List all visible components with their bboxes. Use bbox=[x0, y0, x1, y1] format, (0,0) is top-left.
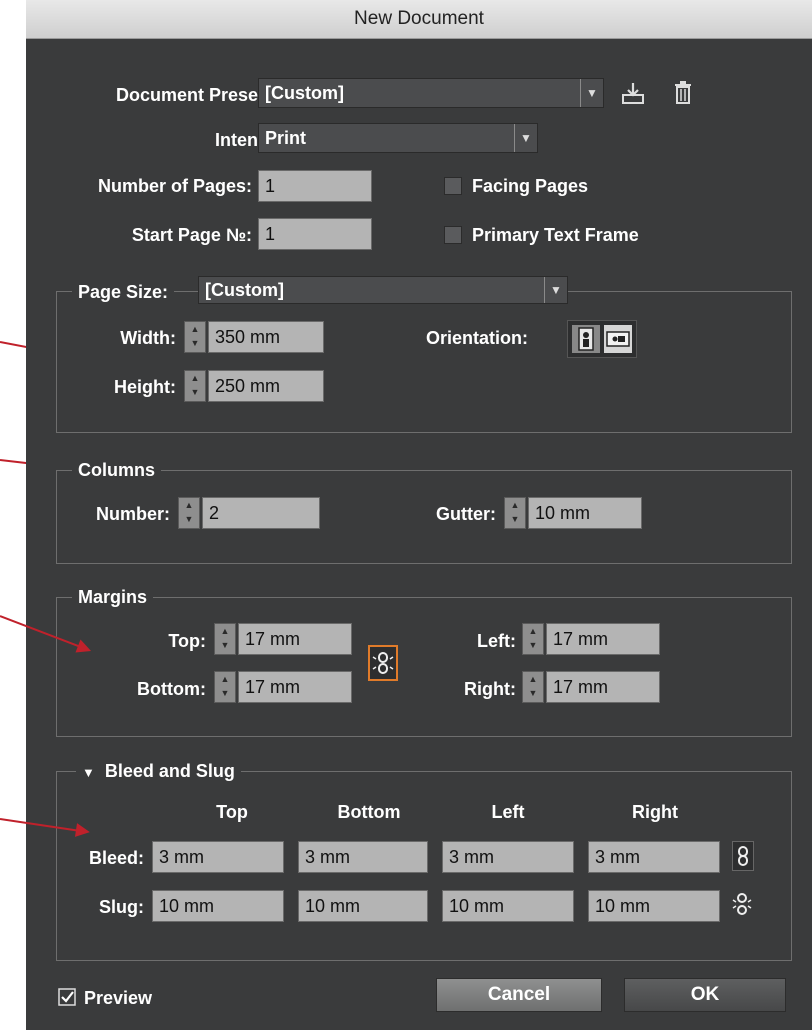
bleed-chain-link-icon[interactable] bbox=[732, 841, 754, 871]
margin-top-stepper[interactable]: ▲ ▼ bbox=[214, 623, 236, 655]
primary-text-frame-label: Primary Text Frame bbox=[472, 225, 639, 245]
margin-bottom-label: Bottom: bbox=[137, 679, 206, 699]
orientation-label: Orientation: bbox=[426, 328, 528, 348]
width-stepper[interactable]: ▲ ▼ bbox=[184, 321, 206, 353]
bleed-label: Bleed: bbox=[88, 848, 144, 868]
save-preset-icon[interactable] bbox=[620, 80, 646, 106]
header-left: Left bbox=[491, 802, 525, 822]
intent-label: Intent: bbox=[215, 130, 270, 150]
height-label: Height: bbox=[114, 377, 176, 397]
portrait-icon[interactable] bbox=[572, 325, 600, 353]
slug-broken-chain-icon[interactable] bbox=[732, 890, 754, 920]
bleed-right-input[interactable]: 3 mm bbox=[588, 841, 720, 873]
landscape-icon[interactable] bbox=[604, 325, 632, 353]
margins-legend: Margins bbox=[72, 586, 154, 608]
bleed-top-input[interactable]: 3 mm bbox=[152, 841, 284, 873]
header-top: Top bbox=[216, 802, 248, 822]
width-label: Width: bbox=[120, 328, 176, 348]
orientation-toggle bbox=[567, 320, 637, 358]
gutter-stepper[interactable]: ▲ ▼ bbox=[504, 497, 526, 529]
preview-label: Preview bbox=[84, 988, 153, 1008]
facing-pages-checkbox[interactable] bbox=[444, 177, 462, 195]
margin-top-input[interactable]: 17 mm bbox=[238, 623, 352, 655]
margin-bottom-stepper[interactable]: ▲ ▼ bbox=[214, 671, 236, 703]
number-stepper[interactable]: ▲ ▼ bbox=[178, 497, 200, 529]
bleed-slug-legend: ▼ Bleed and Slug bbox=[76, 760, 241, 784]
document-preset-dropdown[interactable]: [Custom] ▼ bbox=[258, 78, 604, 108]
document-preset-label: Document Preset: bbox=[115, 85, 270, 105]
header-bottom: Bottom bbox=[337, 802, 401, 822]
page-size-value: [Custom] bbox=[205, 280, 284, 300]
preview-checkbox[interactable] bbox=[58, 988, 78, 1008]
slug-left-input[interactable]: 10 mm bbox=[442, 890, 574, 922]
disclosure-triangle-icon[interactable]: ▼ bbox=[82, 765, 95, 780]
bleed-slug-legend-text: Bleed and Slug bbox=[104, 761, 235, 781]
document-preset-value: [Custom] bbox=[265, 83, 344, 103]
number-of-pages-input[interactable]: 1 bbox=[258, 170, 372, 202]
number-of-pages-label: Number of Pages: bbox=[97, 176, 252, 196]
intent-dropdown[interactable]: Print ▼ bbox=[258, 123, 538, 153]
bleed-bottom-input[interactable]: 3 mm bbox=[298, 841, 428, 873]
gutter-input[interactable]: 10 mm bbox=[528, 497, 642, 529]
slug-top-input[interactable]: 10 mm bbox=[152, 890, 284, 922]
window-title: New Document bbox=[26, 0, 812, 39]
margin-left-input[interactable]: 17 mm bbox=[546, 623, 660, 655]
start-page-input[interactable]: 1 bbox=[258, 218, 372, 250]
ok-button[interactable]: OK bbox=[624, 978, 786, 1012]
slug-right-input[interactable]: 10 mm bbox=[588, 890, 720, 922]
height-input[interactable]: 250 mm bbox=[208, 370, 324, 402]
gutter-label: Gutter: bbox=[436, 504, 496, 524]
width-input[interactable]: 350 mm bbox=[208, 321, 324, 353]
columns-legend: Columns bbox=[72, 459, 162, 481]
new-document-dialog: New Document Document Preset: [Custom] ▼… bbox=[26, 0, 812, 1030]
margin-right-label: Right: bbox=[464, 679, 516, 699]
chevron-down-icon: ▼ bbox=[544, 277, 567, 303]
delete-preset-icon[interactable] bbox=[672, 80, 694, 106]
slug-label: Slug: bbox=[99, 897, 144, 917]
page-size-dropdown[interactable]: [Custom] ▼ bbox=[198, 276, 568, 304]
number-label: Number: bbox=[95, 504, 170, 524]
page-size-group bbox=[56, 291, 792, 433]
chevron-down-icon: ▼ bbox=[514, 124, 537, 152]
header-right: Right bbox=[632, 802, 678, 822]
margin-right-input[interactable]: 17 mm bbox=[546, 671, 660, 703]
page-size-label: Page Size: bbox=[72, 281, 175, 303]
margin-left-stepper[interactable]: ▲ ▼ bbox=[522, 623, 544, 655]
annotation-arrowhead-4 bbox=[74, 823, 91, 839]
intent-value: Print bbox=[265, 128, 307, 148]
height-stepper[interactable]: ▲ ▼ bbox=[184, 370, 206, 402]
chevron-down-icon: ▼ bbox=[580, 79, 603, 107]
cancel-button[interactable]: Cancel bbox=[436, 978, 602, 1012]
number-input[interactable]: 2 bbox=[202, 497, 320, 529]
facing-pages-label: Facing Pages bbox=[472, 176, 589, 196]
primary-text-frame-checkbox[interactable] bbox=[444, 226, 462, 244]
chain-link-icon[interactable] bbox=[368, 645, 398, 681]
margin-left-label: Left: bbox=[477, 631, 516, 651]
start-page-label: Start Page №: bbox=[131, 225, 252, 245]
margin-right-stepper[interactable]: ▲ ▼ bbox=[522, 671, 544, 703]
margins-group bbox=[56, 597, 792, 737]
margin-bottom-input[interactable]: 17 mm bbox=[238, 671, 352, 703]
margin-top-label: Top: bbox=[168, 631, 206, 651]
bleed-left-input[interactable]: 3 mm bbox=[442, 841, 574, 873]
slug-bottom-input[interactable]: 10 mm bbox=[298, 890, 428, 922]
